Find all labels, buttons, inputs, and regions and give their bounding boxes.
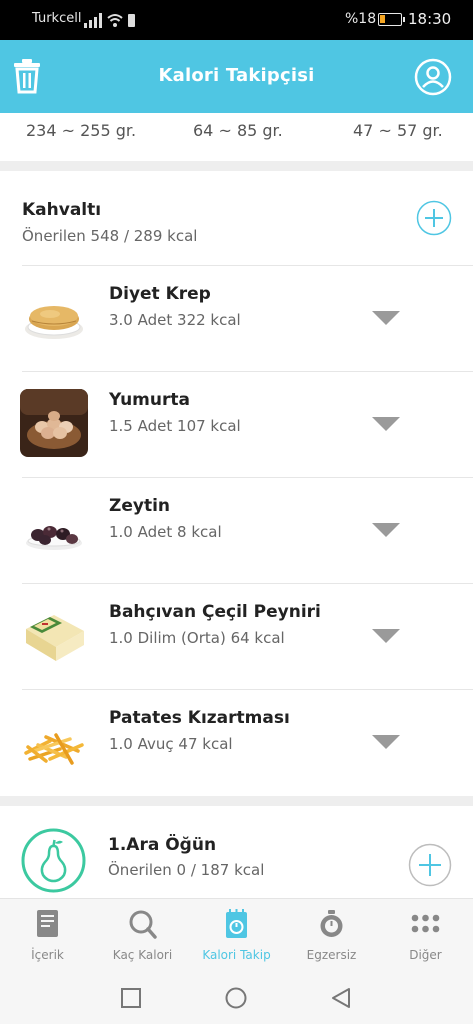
battery-icon [378, 13, 405, 26]
nav-label: Kaç Kalori [112, 948, 173, 962]
chevron-down-icon[interactable] [372, 628, 400, 644]
crepe-image [25, 306, 83, 339]
fries-image [24, 733, 84, 765]
carrier-name: Turkcell [32, 11, 82, 26]
bottom-navigation: İçerik Kaç Kalori Kalori Takip Egzersiz [0, 898, 473, 970]
nav-label: İçerik [31, 948, 64, 962]
nav-item-kac-kalori[interactable]: Kaç Kalori [95, 899, 190, 971]
fat-range: 47 ~ 57 gr. [353, 121, 443, 140]
nav-item-icerik[interactable]: İçerik [0, 899, 95, 971]
app-bar: Kalori Takipçisi [0, 40, 473, 113]
breakfast-header: Kahvaltı Önerilen 548 / 289 kcal [0, 171, 473, 266]
home-icon[interactable] [224, 986, 248, 1010]
search-icon [129, 910, 157, 939]
food-item[interactable]: Zeytin 1.0 Adet 8 kcal [0, 478, 473, 584]
battery-percent: %18 [345, 11, 377, 27]
food-item[interactable]: Yumurta 1.5 Adet 107 kcal [0, 372, 473, 478]
recent-apps-icon[interactable] [119, 986, 143, 1010]
food-name: Zeytin [109, 496, 170, 516]
nav-item-diger[interactable]: Diğer [378, 899, 473, 971]
meal-calorie-summary: Önerilen 548 / 289 kcal [22, 227, 198, 245]
food-item[interactable]: Bahçıvan Çeçil Peyniri 1.0 Dilim (Orta) … [0, 584, 473, 690]
calorie-tracker-icon [226, 909, 247, 938]
add-food-button[interactable] [416, 200, 452, 236]
nav-item-kalori-takip[interactable]: Kalori Takip [189, 899, 284, 971]
document-icon [37, 910, 58, 937]
protein-range: 64 ~ 85 gr. [193, 121, 283, 140]
food-name: Diyet Krep [109, 284, 211, 304]
chevron-down-icon[interactable] [372, 522, 400, 538]
section-separator [0, 796, 473, 806]
meal-title: 1.Ara Öğün [108, 835, 217, 855]
food-portion-calories: 1.5 Adet 107 kcal [109, 417, 241, 435]
nav-label: Egzersiz [306, 948, 357, 962]
cheese-image [26, 615, 84, 661]
food-name: Patates Kızartması [109, 708, 290, 728]
meal-calorie-summary: Önerilen 0 / 187 kcal [108, 861, 265, 879]
nav-label: Kalori Takip [202, 948, 271, 962]
signal-wifi-icons [84, 13, 135, 28]
stopwatch-icon [320, 910, 343, 937]
pear-icon [21, 828, 86, 893]
chevron-down-icon[interactable] [372, 416, 400, 432]
food-portion-calories: 1.0 Adet 8 kcal [109, 523, 222, 541]
food-portion-calories: 3.0 Adet 322 kcal [109, 311, 241, 329]
eggs-image [20, 389, 88, 457]
nav-item-egzersiz[interactable]: Egzersiz [284, 899, 379, 971]
system-navigation-bar [0, 970, 473, 1024]
chevron-down-icon[interactable] [372, 734, 400, 750]
profile-icon[interactable] [414, 58, 452, 96]
macro-summary: 234 ~ 255 gr. 64 ~ 85 gr. 47 ~ 57 gr. [0, 113, 473, 161]
olives-image [26, 526, 82, 550]
nav-label: Diğer [409, 948, 442, 962]
add-snack-button[interactable] [408, 843, 452, 887]
food-item[interactable]: Diyet Krep 3.0 Adet 322 kcal [0, 266, 473, 372]
carb-range: 234 ~ 255 gr. [26, 121, 137, 140]
chevron-down-icon[interactable] [372, 310, 400, 326]
more-dots-icon [411, 914, 440, 933]
clock: 18:30 [408, 10, 452, 28]
page-title: Kalori Takipçisi [158, 65, 315, 86]
food-name: Bahçıvan Çeçil Peyniri [109, 602, 321, 622]
section-separator [0, 161, 473, 171]
meal-title: Kahvaltı [22, 200, 102, 220]
food-portion-calories: 1.0 Dilim (Orta) 64 kcal [109, 629, 285, 647]
food-name: Yumurta [109, 390, 190, 410]
food-item[interactable]: Patates Kızartması 1.0 Avuç 47 kcal [0, 690, 473, 796]
food-portion-calories: 1.0 Avuç 47 kcal [109, 735, 233, 753]
status-bar: Turkcell %18 18:30 [0, 0, 473, 40]
back-icon[interactable] [329, 986, 353, 1010]
